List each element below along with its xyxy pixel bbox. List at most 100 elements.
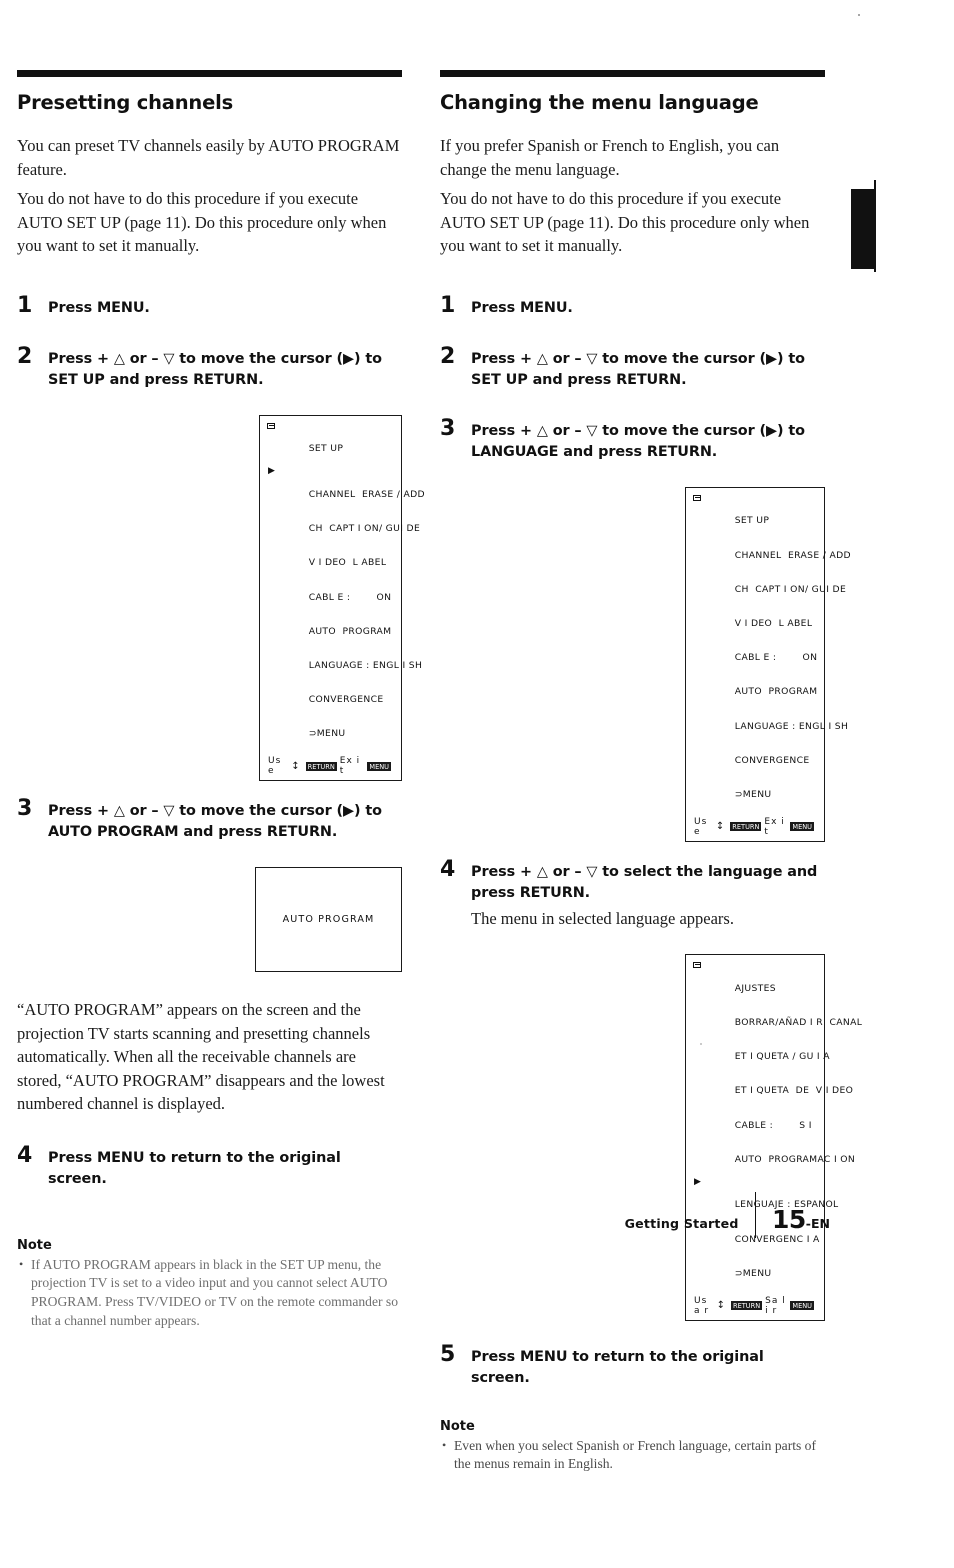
setup-menu-screenshot-wrap: SET UP CHANNEL ERASE / ADD CH CAPT I ON/… — [440, 486, 851, 842]
menu-item-label: CABL E : ON — [734, 652, 818, 664]
menu-item-label: BORRAR/AÑAD I R CANAL — [734, 1016, 863, 1028]
footer-section-label: Getting Started — [624, 1216, 739, 1231]
menu-item: V I DEO L ABEL — [693, 607, 817, 641]
step-1-text: Press MENU. — [48, 299, 150, 316]
setup-menu-title-row: SET UP — [267, 421, 394, 467]
note-item: • If AUTO PROGRAM appears in black in th… — [17, 1256, 402, 1330]
intro-paragraph-1: You can preset TV channels easily by AUT… — [17, 136, 400, 179]
step-5-text: Press MENU to return to the original scr… — [471, 1348, 764, 1386]
left-column: Presetting channels You can preset TV ch… — [17, 70, 425, 1330]
step-1-number: 1 — [440, 292, 456, 318]
scan-speck — [858, 14, 860, 16]
step-4-number: 4 — [17, 1142, 33, 1168]
menu-item: ⊃MENU — [693, 1256, 817, 1290]
menu-item-label: ⊃MENU — [308, 728, 346, 740]
step-2-number: 2 — [17, 343, 33, 369]
menu-item: LANGUAGE : ENGL I SH — [693, 709, 848, 743]
menu-item: CABL E : ON — [693, 641, 817, 675]
menu-item-label: ⊃MENU — [734, 1267, 772, 1279]
step-1-number: 1 — [17, 292, 33, 318]
osd-footer-bar: Us e ↕ RETURN Ex i t MENU — [693, 817, 817, 837]
menu-item-label: AUTO PROGRAM — [734, 686, 818, 698]
step-2-text: Press + △ or – ▽ to move the cursor (▶) … — [48, 350, 382, 388]
up-down-arrows-icon: ↕ — [715, 821, 726, 833]
menu-item-label: ⊃MENU — [734, 789, 772, 801]
heading-rule-left — [17, 70, 402, 77]
menu-item-label: CONVERGENC I A — [734, 1233, 820, 1245]
auto-program-description: “AUTO PROGRAM” appears on the screen and… — [17, 1000, 385, 1114]
note-item: • Even when you select Spanish or French… — [440, 1437, 825, 1474]
osd-exit-label: Ex i t — [764, 816, 785, 837]
menu-button-badge: MENU — [367, 761, 391, 771]
osd-use-label: Us e — [694, 816, 708, 837]
setup-menu-title-row: SET UP — [693, 493, 817, 539]
menu-item: CONVERGENCE — [267, 683, 394, 717]
note-heading: Note — [440, 1418, 475, 1434]
menu-item: AUTO PROGRAMAC I ON — [693, 1142, 855, 1176]
menu-item-label: CHANNEL ERASE / ADD — [308, 488, 425, 500]
menu-item: BORRAR/AÑAD I R CANAL — [693, 1006, 862, 1040]
step-3-number: 3 — [17, 796, 33, 822]
up-down-arrows-icon: ↕ — [291, 760, 301, 772]
auto-program-screenshot-wrap: AUTO PROGRAM — [17, 867, 402, 973]
tv-menu-icon — [693, 962, 701, 969]
spanish-menu-screenshot-wrap: AJUSTES BORRAR/AÑAD I R CANAL ET I QUETA… — [440, 953, 862, 1321]
step-4: 4 Press + △ or – ▽ to select the languag… — [440, 857, 825, 930]
menu-button-badge: MENU — [790, 1301, 814, 1311]
step-1: 1 Press MENU. — [440, 293, 825, 319]
intro-paragraph-1: If you prefer Spanish or French to Engli… — [440, 136, 780, 179]
menu-item: AUTO PROGRAM — [693, 675, 817, 709]
spanish-menu-title: AJUSTES — [734, 982, 776, 994]
menu-item: ▶ CHANNEL ERASE / ADD — [267, 466, 425, 512]
setup-menu-screenshot-wrap: SET UP ▶ CHANNEL ERASE / ADD CH CAPT I O… — [17, 414, 425, 782]
menu-item-label: V I DEO L ABEL — [308, 557, 387, 569]
note-heading: Note — [17, 1237, 52, 1253]
step-5-number: 5 — [440, 1341, 456, 1367]
menu-item-label: CHANNEL ERASE / ADD — [734, 549, 851, 561]
setup-menu-title: SET UP — [308, 443, 344, 455]
menu-item-label: LANGUAGE : ENGL I SH — [308, 660, 423, 672]
menu-item-label: CH CAPT I ON/ GUI DE — [734, 583, 847, 595]
spanish-menu-title-row: AJUSTES — [693, 960, 817, 1006]
bullet-icon: • — [442, 1437, 447, 1452]
step-3: 3 Press + △ or – ▽ to move the cursor (▶… — [17, 796, 402, 843]
auto-program-screen: AUTO PROGRAM — [255, 867, 402, 973]
intro-paragraph-2: You do not have to do this procedure if … — [440, 189, 810, 255]
menu-item: CABLE : S I — [693, 1108, 817, 1142]
menu-button-badge: MENU — [790, 822, 814, 832]
menu-item-label: CONVERGENCE — [308, 694, 384, 706]
menu-item: CH CAPT I ON/ GUI DE — [693, 572, 846, 606]
osd-use-label: Us a r — [694, 1295, 710, 1316]
footer-divider — [754, 1192, 756, 1238]
heading-rule-right — [440, 70, 825, 77]
footer-page-number: 15 — [772, 1205, 806, 1234]
page-footer: Getting Started 15 -EN — [0, 1182, 830, 1238]
menu-item: ⊃MENU — [267, 717, 394, 751]
osd-exit-label: Sa l i r — [765, 1295, 786, 1316]
menu-item-label: CH CAPT I ON/ GUI DE — [308, 523, 421, 535]
step-5: 5 Press MENU to return to the original s… — [440, 1342, 825, 1389]
menu-item: ET I QUETA DE V I DEO — [693, 1074, 853, 1108]
menu-item: CONVERGENCE — [693, 743, 817, 777]
intro-paragraph-2: You do not have to do this procedure if … — [17, 189, 387, 255]
spanish-menu-screen: AJUSTES BORRAR/AÑAD I R CANAL ET I QUETA… — [685, 953, 862, 1321]
chapter-thumb-tab — [851, 180, 876, 272]
menu-item-label: ET I QUETA DE V I DEO — [734, 1085, 854, 1097]
menu-item-label: CABL E : ON — [308, 591, 392, 603]
return-button-badge: RETURN — [731, 1301, 763, 1311]
menu-item: ⊃MENU — [693, 778, 817, 812]
menu-item: AUTO PROGRAM — [267, 614, 394, 648]
osd-exit-label: Ex i t — [339, 756, 361, 777]
return-button-badge: RETURN — [305, 761, 337, 771]
step-3-text: Press + △ or – ▽ to move the cursor (▶) … — [48, 803, 382, 841]
osd-footer-bar: Us e ↕ RETURN Ex i t MENU — [267, 756, 394, 776]
menu-item-label: LANGUAGE : ENGL I SH — [734, 720, 849, 732]
menu-item-label: CABLE : S I — [734, 1119, 812, 1131]
menu-item-label: ET I QUETA / GU I A — [734, 1051, 830, 1063]
scan-speck — [700, 1043, 702, 1045]
auto-program-screen-label: AUTO PROGRAM — [282, 914, 375, 926]
note-block-right: Note • Even when you select Spanish or F… — [440, 1419, 825, 1474]
osd-use-label: Us e — [268, 756, 282, 777]
tv-menu-icon — [267, 423, 275, 429]
cursor-arrow-icon: ▶ — [268, 466, 276, 477]
